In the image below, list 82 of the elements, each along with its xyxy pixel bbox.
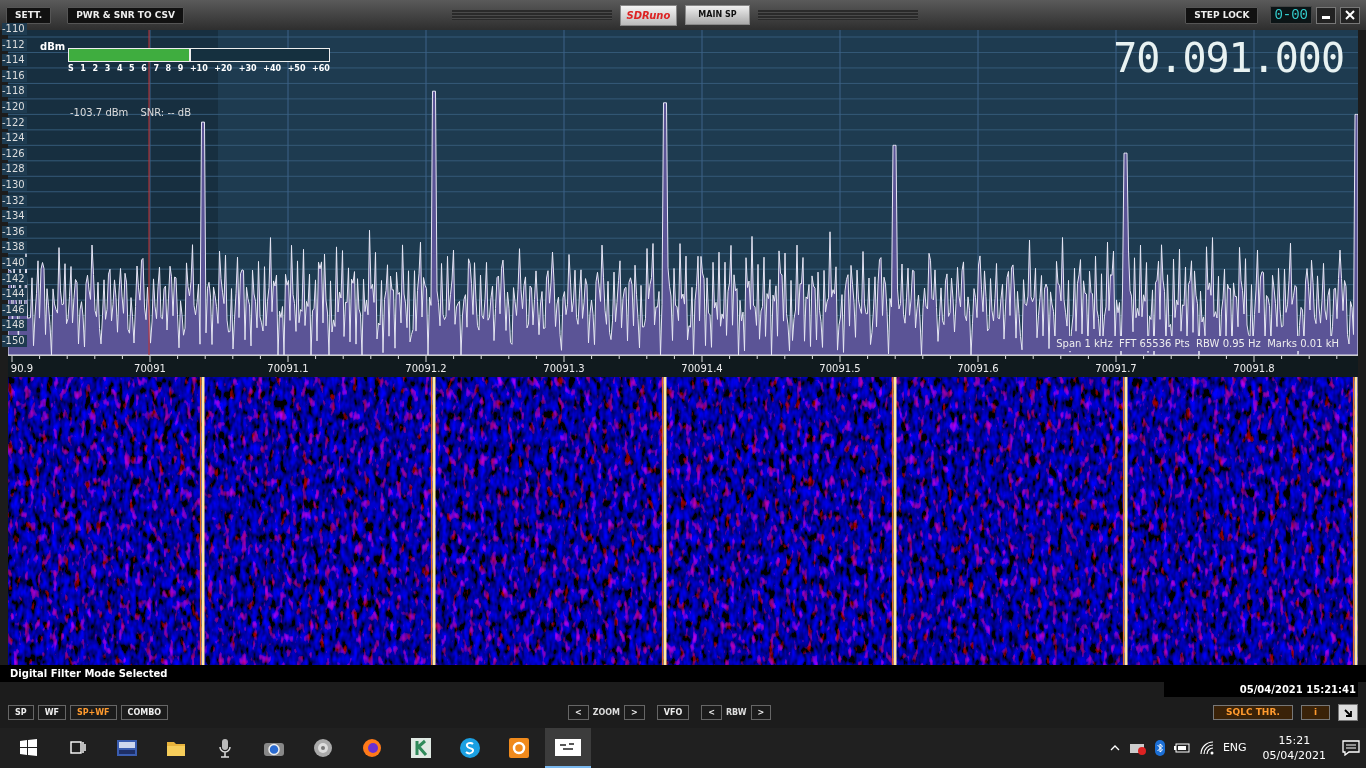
bluetooth-icon — [1154, 740, 1165, 756]
digital-counter: 0-00 — [1270, 6, 1312, 24]
axis-label: 70091.3 — [543, 362, 585, 376]
view-button[interactable]: SP — [8, 705, 34, 720]
app-icon — [508, 737, 530, 759]
axis-label: -110 — [2, 23, 27, 35]
resize-button[interactable] — [1338, 704, 1358, 721]
spectrum-info: Span 1 kHz FFT 65536 Pts RBW 0.95 Hz Marks 0.01 kH — [1053, 336, 1342, 351]
scale-label: 1 — [80, 63, 86, 75]
status-message: Digital Filter Mode Selected — [0, 665, 1366, 682]
view-button[interactable]: SP+WF — [69, 705, 117, 720]
axis-label: -134 — [2, 210, 27, 223]
axis-label: 70091.8 — [1233, 362, 1275, 376]
zoom-label: ZOOM — [592, 706, 621, 719]
axis-label: -128 — [2, 163, 27, 176]
scale-label: S — [68, 63, 74, 75]
axis-label: -138 — [2, 241, 27, 254]
scale-label: +30 — [238, 63, 257, 75]
unit-label: dBm — [40, 40, 66, 54]
axis-label: 90.9 — [10, 362, 34, 376]
timestamp: 05/04/2021 15:21:41 — [1163, 682, 1358, 697]
scale-label: +40 — [263, 63, 282, 75]
axis-label: -118 — [2, 85, 27, 98]
close-button[interactable] — [1340, 6, 1360, 24]
clock-time[interactable]: 15:21 — [1278, 733, 1311, 748]
scale-label: 9 — [177, 63, 184, 75]
power-reading: -103.7 dBm — [70, 106, 129, 120]
scale-label: +50 — [287, 63, 306, 75]
axis-label: 70091.5 — [819, 362, 861, 376]
axis-label: -144 — [2, 288, 27, 301]
panel-title: MAIN SP — [685, 5, 750, 25]
scale-label: +10 — [189, 63, 208, 75]
minimize-button[interactable] — [1316, 6, 1336, 24]
axis-label: 70091.7 — [1095, 362, 1137, 376]
rbw-label: RBW — [725, 706, 747, 719]
speaker-icon — [312, 737, 334, 759]
app-logo: SDRuno — [619, 4, 678, 26]
scale-label: 8 — [165, 63, 172, 75]
scale-label: +60 — [312, 63, 330, 75]
scale-label: +20 — [214, 63, 233, 75]
windows-icon — [18, 737, 40, 759]
axis-label: 70091.2 — [405, 362, 447, 376]
battery-icon — [1172, 741, 1191, 755]
axis-label: 70091.1 — [267, 362, 309, 376]
chat-icon — [459, 737, 481, 759]
scale-label: 2 — [92, 63, 99, 75]
previous-button[interactable]: < — [568, 705, 589, 720]
scale-label: 3 — [104, 63, 111, 75]
vfo-button[interactable]: VFO — [656, 705, 690, 720]
axis-label: -114 — [2, 54, 27, 67]
taskbar-button[interactable] — [545, 728, 591, 768]
browser-icon — [361, 737, 383, 759]
notification-icon — [1342, 740, 1360, 756]
axis-label: -124 — [2, 132, 27, 145]
scale-label: 7 — [153, 63, 159, 75]
close-icon — [1345, 10, 1355, 20]
next-button[interactable]: > — [624, 705, 645, 720]
settings-button[interactable]: SETT. — [6, 6, 52, 24]
wifi-icon — [1198, 741, 1215, 755]
view-button[interactable]: COMBO — [120, 705, 169, 720]
export-button[interactable]: PWR & SNR TO CSV — [67, 6, 184, 24]
step-lock-button[interactable]: STEP LOCK — [1185, 6, 1259, 24]
next-button[interactable]: > — [750, 705, 772, 720]
info-button[interactable]: i — [1300, 705, 1330, 720]
view-button[interactable]: WF — [37, 705, 66, 720]
scale-label: 6 — [141, 63, 147, 75]
arrow-icon — [1343, 707, 1353, 718]
snr-reading: SNR: -- dB — [140, 106, 191, 120]
scale-label: 5 — [129, 63, 135, 75]
scale-label: 4 — [116, 63, 123, 75]
axis-label: 70091.6 — [957, 362, 999, 376]
radio-app-icon — [116, 737, 138, 759]
clock-date[interactable]: 05/04/2021 — [1262, 748, 1326, 763]
app-icon — [410, 737, 432, 759]
axis-label: 70091.4 — [681, 362, 723, 376]
squelch-button[interactable]: SQLC THR. — [1213, 705, 1293, 720]
axis-label: -148 — [2, 319, 27, 332]
axis-label: 70091 — [134, 362, 166, 376]
window-icon — [555, 736, 581, 758]
previous-button[interactable]: < — [701, 705, 722, 720]
frequency-display: 70.091.000 — [1113, 34, 1344, 82]
language-indicator[interactable]: ENG — [1222, 739, 1247, 757]
